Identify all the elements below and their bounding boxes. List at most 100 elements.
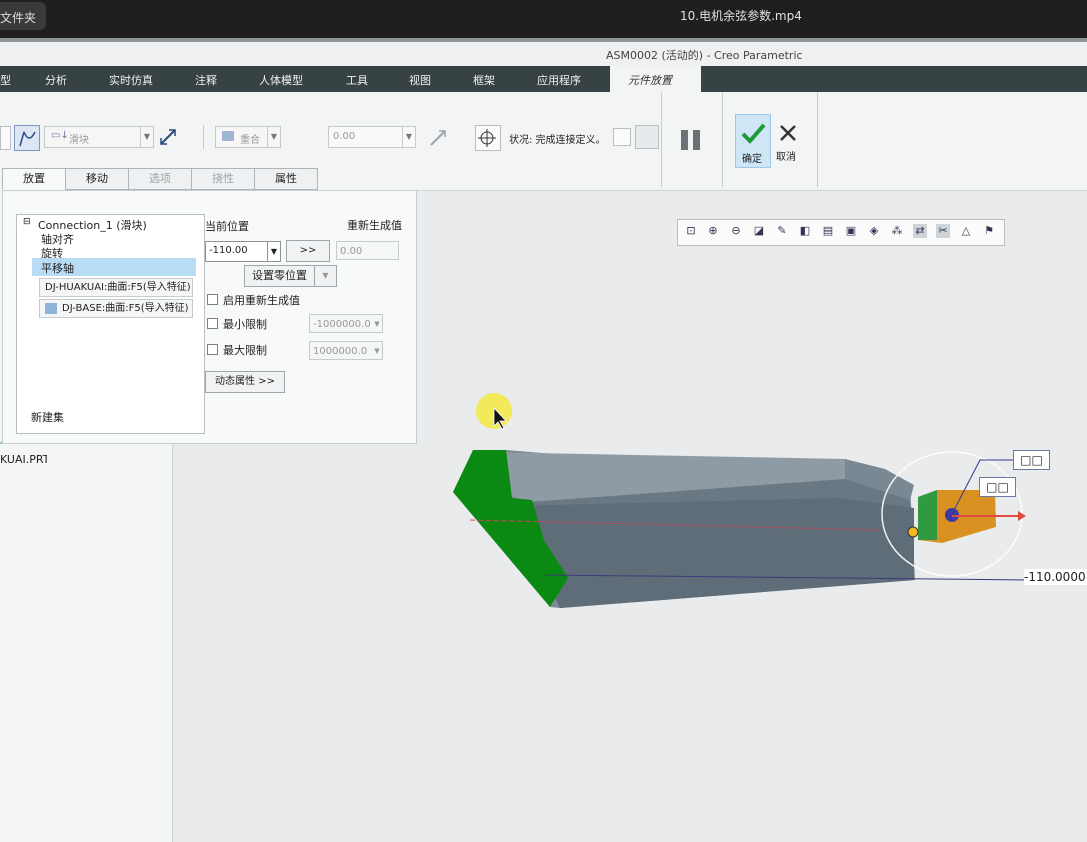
checkmark-icon [741, 123, 766, 144]
view-manager-icon[interactable]: ▣ [844, 224, 858, 238]
collapse-icon[interactable]: ⊟ [23, 217, 31, 227]
datum-display-icon[interactable]: ⁂ [890, 224, 904, 238]
max-limit-label: 最大限制 [223, 344, 267, 357]
offset-value: 0.00 [333, 131, 356, 142]
base-slot [510, 498, 914, 608]
menu-annotate[interactable]: 注释 [195, 72, 217, 88]
placement-panel: ⊟ Connection_1 (滑块) 轴对齐 旋转 平移轴 DJ-HUAKUA… [2, 190, 417, 444]
chevron-down-icon: ▼ [374, 320, 380, 328]
chevron-down-icon: ▼ [402, 127, 415, 147]
window-icon[interactable] [613, 128, 631, 146]
min-limit-value: -1000000.0 [313, 319, 371, 330]
enable-regen-label: 启用重新生成值 [223, 294, 300, 307]
current-position-input[interactable]: -110.00 ▼ [205, 241, 281, 262]
tab-component-placement-label: 元件放置 [628, 74, 672, 87]
tab-component-placement[interactable]: 元件放置 [610, 66, 701, 92]
set-zero-label: 设置零位置 [252, 269, 307, 282]
spin-center-toggle-icon[interactable]: ✂ [936, 224, 950, 238]
move-handle-icon[interactable] [475, 125, 501, 151]
menu-analysis[interactable]: 分析 [45, 72, 67, 88]
box-label-2[interactable]: □□ [979, 477, 1016, 497]
connection-icon[interactable] [14, 125, 40, 151]
view-toolbar: ⊡ ⊕ ⊖ ◪ ✎ ◧ ▤ ▣ ◈ ⁂ ⇄ ✂ △ ⚑ [677, 219, 1005, 246]
regen-value-label: 重新生成值 [347, 219, 402, 232]
flip-icon[interactable] [158, 127, 178, 147]
current-position-value: -110.00 [209, 245, 248, 256]
constraint-translation-row[interactable]: 平移轴 [32, 258, 196, 276]
reference-base[interactable]: DJ-BASE:曲面:F5(导入特征) [39, 299, 193, 318]
tab-properties[interactable]: 属性 [254, 168, 318, 190]
triangle-icon[interactable]: △ [959, 224, 973, 238]
status-label: 状况: 完成连接定义。 [509, 135, 606, 146]
saved-views-icon[interactable]: ▤ [821, 224, 835, 238]
cancel-label: 取消 [776, 152, 796, 163]
current-position-label: 当前位置 [205, 220, 249, 233]
refit-icon[interactable]: ⊡ [684, 224, 698, 238]
new-set-link[interactable]: 新建集 [31, 409, 64, 425]
menu-view[interactable]: 视图 [409, 72, 431, 88]
apply-position-button[interactable]: >> [286, 240, 330, 262]
separate-window-icon[interactable] [635, 125, 659, 149]
flag-icon[interactable]: ⚑ [982, 224, 996, 238]
tab-properties-label: 属性 [275, 172, 297, 185]
surface-icon [45, 303, 57, 314]
reference-base-label: DJ-BASE:曲面:F5(导入特征) [62, 303, 189, 314]
offset-input[interactable]: 0.00 ▼ [328, 126, 416, 148]
tab-placement[interactable]: 放置 [2, 168, 66, 190]
menu-frame[interactable]: 框架 [473, 72, 495, 88]
set-zero-button[interactable]: 设置零位置 [244, 265, 315, 287]
chevron-down-icon: ▼ [140, 127, 153, 147]
ok-button[interactable]: 确定 [735, 114, 771, 168]
tab-move[interactable]: 移动 [65, 168, 129, 190]
slider-green-face [918, 490, 937, 540]
set-zero-dropdown[interactable]: ▼ [314, 265, 337, 287]
box-label-1-text: □□ [1020, 453, 1043, 467]
chevron-down-icon[interactable]: ▼ [267, 242, 280, 261]
menu-bar: 型 分析 实时仿真 注释 人体模型 工具 视图 框架 应用程序 元件放置 [0, 66, 1087, 92]
regen-value-input[interactable]: 0.00 [336, 241, 399, 260]
tab-flexibility[interactable]: 挠性 [191, 168, 255, 190]
menu-applications[interactable]: 应用程序 [537, 72, 581, 88]
pause-icon[interactable] [681, 130, 703, 150]
zoom-in-icon[interactable]: ⊕ [706, 224, 720, 238]
menu-model[interactable]: 型 [0, 72, 11, 88]
reference-huakuai[interactable]: DJ-HUAKUAI:曲面:F5(导入特征) [39, 278, 193, 297]
menu-manikin[interactable]: 人体模型 [259, 72, 303, 88]
dimension-value: -110.0000 [1024, 570, 1086, 584]
flip-offset-icon[interactable] [428, 128, 448, 148]
max-limit-checkbox[interactable] [207, 344, 218, 355]
tab-options[interactable]: 选项 [128, 168, 192, 190]
dynamic-properties-label: 动态属性 >> [215, 376, 275, 387]
window-title: ASM0002 (活动的) - Creo Parametric [606, 49, 803, 62]
tab-move-label: 移动 [86, 172, 108, 185]
repaint-icon[interactable]: ◪ [752, 224, 766, 238]
spin-center-icon[interactable]: ✎ [775, 224, 789, 238]
annotation-display-icon[interactable]: ⇄ [913, 224, 927, 238]
display-style-icon[interactable]: ◧ [798, 224, 812, 238]
dimension-label[interactable]: -110.0000 [1024, 569, 1087, 585]
enable-regen-checkbox[interactable] [207, 294, 218, 305]
perspective-icon[interactable]: ◈ [867, 224, 881, 238]
drag-point[interactable] [907, 526, 919, 538]
connection-type-value: 滑块 [69, 135, 89, 146]
folder-tab[interactable]: 文件夹 [0, 2, 46, 30]
min-limit-checkbox[interactable] [207, 318, 218, 329]
box-label-2-text: □□ [986, 480, 1009, 494]
max-limit-value: 1000000.0 [313, 346, 368, 357]
connection-type-dropdown[interactable]: ▭↓ 滑块 ▼ [44, 126, 154, 148]
constraint-type-dropdown[interactable]: 重合 ▼ [215, 126, 281, 148]
zoom-out-icon[interactable]: ⊖ [729, 224, 743, 238]
min-limit-input[interactable]: -1000000.0 ▼ [309, 314, 383, 333]
max-limit-input[interactable]: 1000000.0 ▼ [309, 341, 383, 360]
ok-label: 确定 [742, 154, 762, 165]
constraint-type-value: 重合 [240, 135, 260, 146]
cancel-button[interactable]: 取消 [775, 122, 801, 166]
menu-tools[interactable]: 工具 [346, 72, 368, 88]
part-label[interactable]: KUAI.PRT [0, 453, 49, 466]
model-viewport[interactable] [440, 380, 1087, 620]
dynamic-properties-button[interactable]: 动态属性 >> [205, 371, 285, 393]
user-defined-icon[interactable] [0, 126, 11, 150]
box-label-1[interactable]: □□ [1013, 450, 1050, 470]
chevron-down-icon: ▼ [267, 127, 280, 147]
menu-simulation[interactable]: 实时仿真 [109, 72, 153, 88]
